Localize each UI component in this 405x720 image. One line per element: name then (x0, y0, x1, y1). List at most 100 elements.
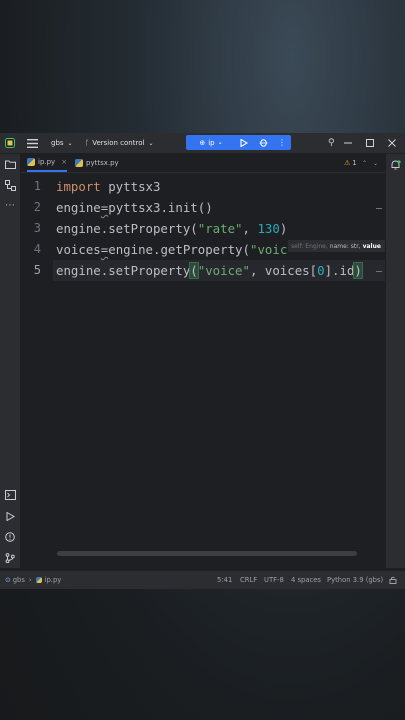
indent-setting[interactable]: 4 spaces (291, 571, 321, 589)
code-text: , (242, 221, 258, 236)
line-number: 3 (33, 221, 41, 235)
line-number: 1 (33, 179, 41, 193)
branch-icon (5, 553, 15, 563)
title-bar: gbs ⌄ ᚴ Version control ⌄ ⊕ ip ⌄ ⋮ ⚲ (0, 133, 405, 154)
line-number: 4 (33, 242, 41, 256)
notifications-tool-button[interactable] (389, 159, 401, 171)
tab-label: pyttsx.py (86, 159, 119, 167)
chevron-down-icon: ⌄ (67, 139, 73, 147)
folder-icon (4, 160, 16, 169)
param-hint-normal: name: str, (329, 242, 361, 250)
code-editor[interactable]: import pyttsx3 engine=pyttsx3.init() eng… (56, 173, 386, 568)
code-line-1: import pyttsx3 (56, 176, 160, 197)
editor-tabs: ip.py × pyttsx.py ⚠ 1 ⌃ ⌄ (21, 154, 385, 173)
branch-icon: ᚴ (85, 139, 90, 147)
terminal-tool-button[interactable] (4, 489, 16, 501)
python-interpreter[interactable]: Python 3.9 (gbs) (327, 571, 383, 589)
structure-icon (4, 179, 16, 191)
param-hint-muted: self: Engine, (291, 242, 328, 250)
breadcrumb-project[interactable]: gbs (13, 576, 25, 584)
more-tools-icon[interactable]: ⋯ (4, 199, 16, 211)
close-tab-icon[interactable]: × (61, 158, 67, 166)
maximize-button[interactable] (366, 133, 374, 153)
python-config-icon: ⊕ (199, 138, 206, 147)
line-separator[interactable]: CRLF (240, 571, 257, 589)
code-line-3: engine.setProperty("rate", 130) (56, 218, 287, 239)
chevron-down-icon: ⌄ (217, 139, 223, 146)
bell-icon (391, 159, 401, 169)
play-icon (6, 511, 15, 521)
run-config-selector[interactable]: ⊕ ip ⌄ (194, 135, 228, 150)
line-gutter: 1 2 3 4 5 (21, 173, 53, 568)
breadcrumb-file[interactable]: ip.py (45, 576, 62, 584)
string-literal: "voice" (197, 263, 250, 278)
ide-window: gbs ⌄ ᚴ Version control ⌄ ⊕ ip ⌄ ⋮ ⚲ ⋯ i… (0, 133, 405, 589)
matched-paren: ) (353, 262, 363, 279)
warnings-count: 1 (352, 159, 357, 167)
next-highlight-icon[interactable]: ⌄ (373, 154, 378, 172)
right-tool-strip (385, 154, 405, 568)
file-encoding[interactable]: UTF-8 (264, 571, 284, 589)
line-number: 5 (33, 263, 41, 277)
app-logo-icon (5, 133, 15, 153)
minimize-button[interactable] (344, 133, 352, 153)
number-literal: 130 (257, 221, 280, 236)
terminal-icon (4, 490, 16, 500)
project-tool-button[interactable] (4, 158, 16, 170)
run-tool-button[interactable] (4, 510, 16, 522)
problems-tool-button[interactable] (4, 531, 16, 543)
code-text: engine.getProperty( (108, 242, 250, 257)
warnings-indicator[interactable]: ⚠ 1 (344, 154, 357, 172)
lock-icon[interactable] (389, 571, 397, 589)
chevron-right-icon: › (28, 576, 32, 584)
code-text: engine (56, 200, 101, 215)
tab-ip-py[interactable]: ip.py × (27, 154, 68, 172)
matched-paren: ( (189, 262, 199, 279)
close-icon (388, 139, 396, 147)
debug-button[interactable] (257, 135, 269, 150)
horizontal-scrollbar[interactable] (57, 551, 357, 556)
inlay-marker (376, 208, 382, 209)
string-literal: "voic (249, 242, 288, 257)
maximize-icon (366, 139, 374, 147)
vcs-tool-button[interactable] (4, 552, 16, 564)
code-text: , voices[ (249, 263, 318, 278)
vcs-selector[interactable]: ᚴ Version control ⌄ (85, 133, 153, 153)
close-button[interactable] (388, 133, 396, 153)
code-text: engine.setProperty (56, 263, 191, 278)
minimize-icon (344, 142, 352, 144)
caret-position[interactable]: 5:41 (217, 571, 232, 589)
run-config-name: ip (208, 138, 215, 147)
code-line-5: engine.setProperty("voice", voices[0].id… (56, 260, 363, 281)
project-name: gbs (51, 139, 64, 147)
code-text: ) (279, 221, 288, 236)
main-menu-icon[interactable] (27, 133, 38, 153)
left-tool-strip: ⋯ (0, 154, 21, 568)
project-selector[interactable]: gbs ⌄ (51, 133, 73, 153)
python-file-icon (35, 577, 42, 583)
problems-icon (5, 532, 15, 542)
structure-tool-button[interactable] (4, 179, 16, 191)
param-hint-bold: value (362, 242, 381, 250)
parameter-info-popup: self: Engine, name: str, value (288, 240, 385, 252)
inlay-marker (376, 271, 382, 272)
keyword: import (56, 179, 101, 194)
code-line-4: voices=engine.getProperty("voic (56, 239, 287, 260)
chevron-down-icon: ⌄ (148, 139, 154, 147)
code-text: pyttsx3 (100, 179, 161, 194)
status-bar: ⊙ gbs › ip.py 5:41 CRLF UTF-8 4 spaces P… (0, 570, 405, 589)
number-literal: 0 (317, 263, 325, 278)
line-number: 2 (33, 200, 41, 214)
vcs-label: Version control (92, 139, 145, 147)
tab-pyttsx-py[interactable]: pyttsx.py (75, 154, 119, 172)
warning-icon: ⚠ (344, 159, 351, 167)
code-text: engine.setProperty( (56, 221, 198, 236)
run-button[interactable] (238, 135, 250, 150)
play-icon (240, 138, 248, 147)
code-line-2: engine=pyttsx3.init() (56, 197, 213, 218)
previous-highlight-icon[interactable]: ⌃ (362, 154, 367, 172)
python-file-icon (27, 158, 35, 166)
more-actions-icon[interactable]: ⋮ (278, 135, 286, 150)
code-with-me-icon[interactable]: ⚲ (328, 133, 335, 153)
code-text: pyttsx3.init() (108, 200, 213, 215)
